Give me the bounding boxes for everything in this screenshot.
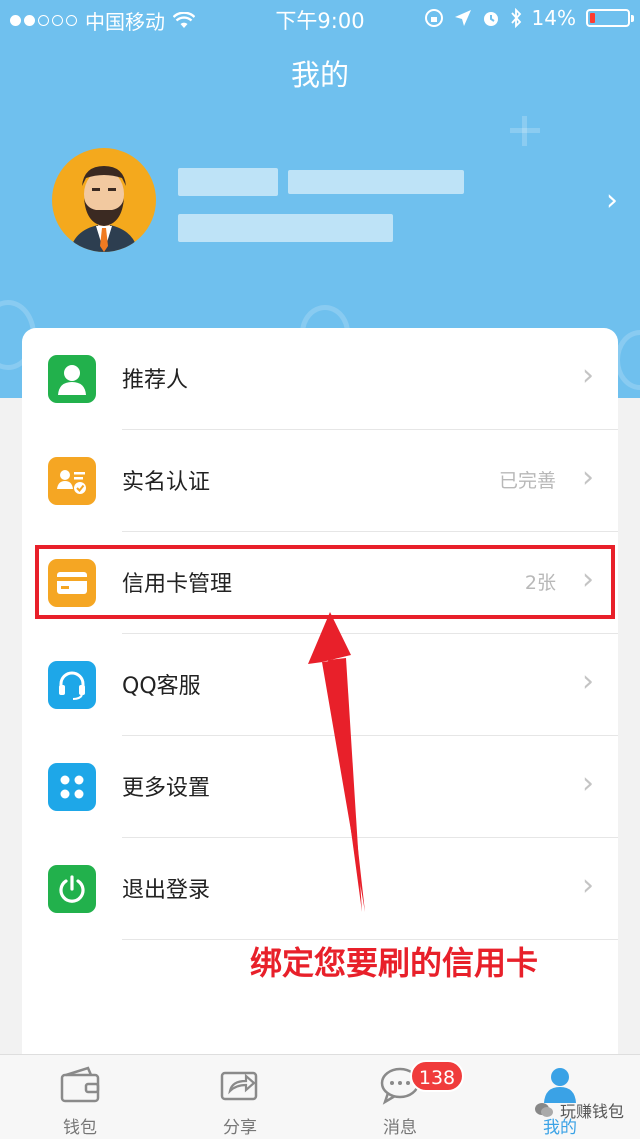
wechat-icon: [534, 1103, 553, 1117]
message-badge: 138: [410, 1060, 464, 1092]
tab-bar: 钱包 分享 消息 我的: [0, 1054, 640, 1139]
tab-wallet[interactable]: 钱包: [0, 1055, 160, 1139]
watermark: 玩赚钱包: [534, 1098, 624, 1122]
tab-label: 消息: [383, 1118, 417, 1138]
share-icon: [218, 1065, 262, 1105]
watermark-text: 玩赚钱包: [559, 1102, 624, 1121]
tab-label: 钱包: [63, 1118, 97, 1138]
annotation-text: 绑定您要刷的信用卡: [250, 944, 539, 982]
wallet-icon: [58, 1065, 102, 1105]
tab-label: 分享: [223, 1118, 257, 1138]
tab-share[interactable]: 分享: [160, 1055, 320, 1139]
tab-me[interactable]: 我的: [480, 1055, 640, 1139]
